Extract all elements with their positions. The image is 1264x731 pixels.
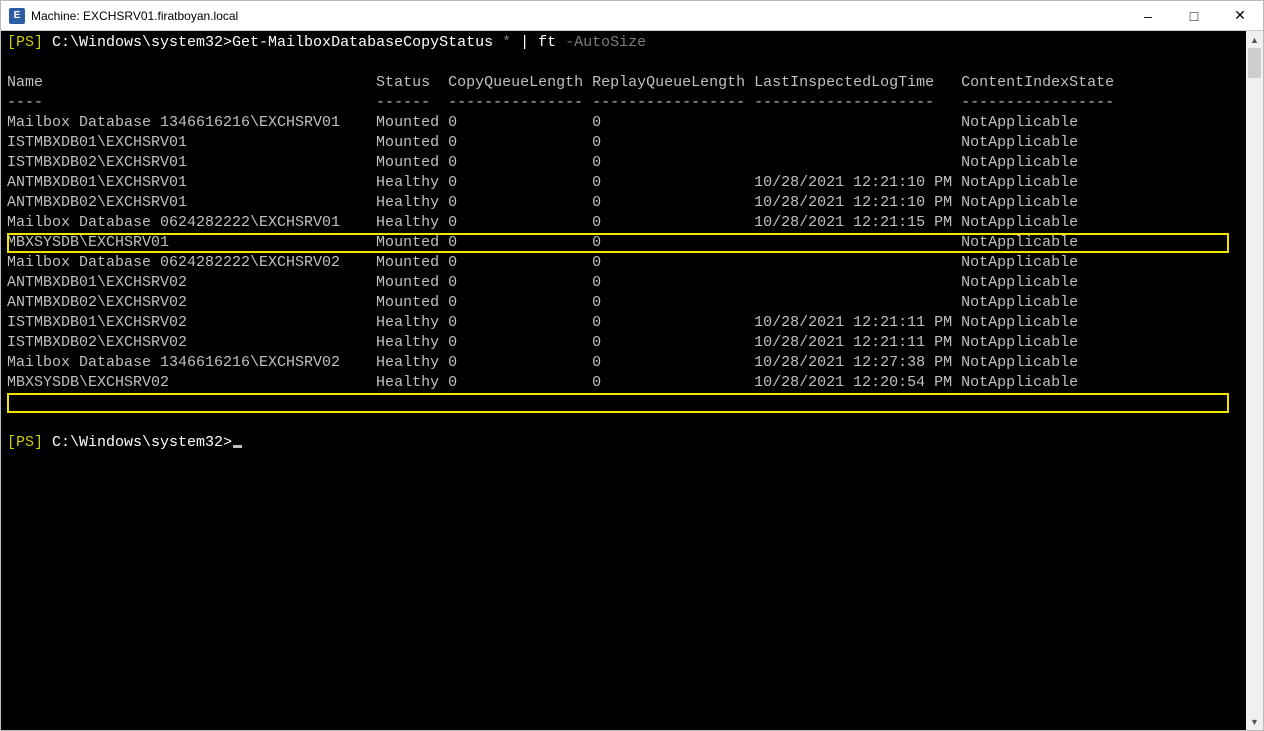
scroll-up-button[interactable]: ▲ [1246,31,1263,48]
app-icon: E [9,8,25,24]
scroll-thumb[interactable] [1248,48,1261,78]
scroll-down-button[interactable]: ▼ [1246,713,1263,730]
close-button[interactable]: ✕ [1217,1,1263,30]
window-title: Machine: EXCHSRV01.firatboyan.local [31,9,1125,23]
terminal-area: [PS] C:\Windows\system32>Get-MailboxData… [1,31,1263,730]
minimize-button[interactable]: – [1125,1,1171,30]
maximize-button[interactable]: □ [1171,1,1217,30]
vertical-scrollbar[interactable]: ▲ ▼ [1246,31,1263,730]
terminal-output[interactable]: [PS] C:\Windows\system32>Get-MailboxData… [1,31,1246,730]
window-titlebar: E Machine: EXCHSRV01.firatboyan.local – … [1,1,1263,31]
scroll-track[interactable] [1246,48,1263,713]
window-controls: – □ ✕ [1125,1,1263,30]
